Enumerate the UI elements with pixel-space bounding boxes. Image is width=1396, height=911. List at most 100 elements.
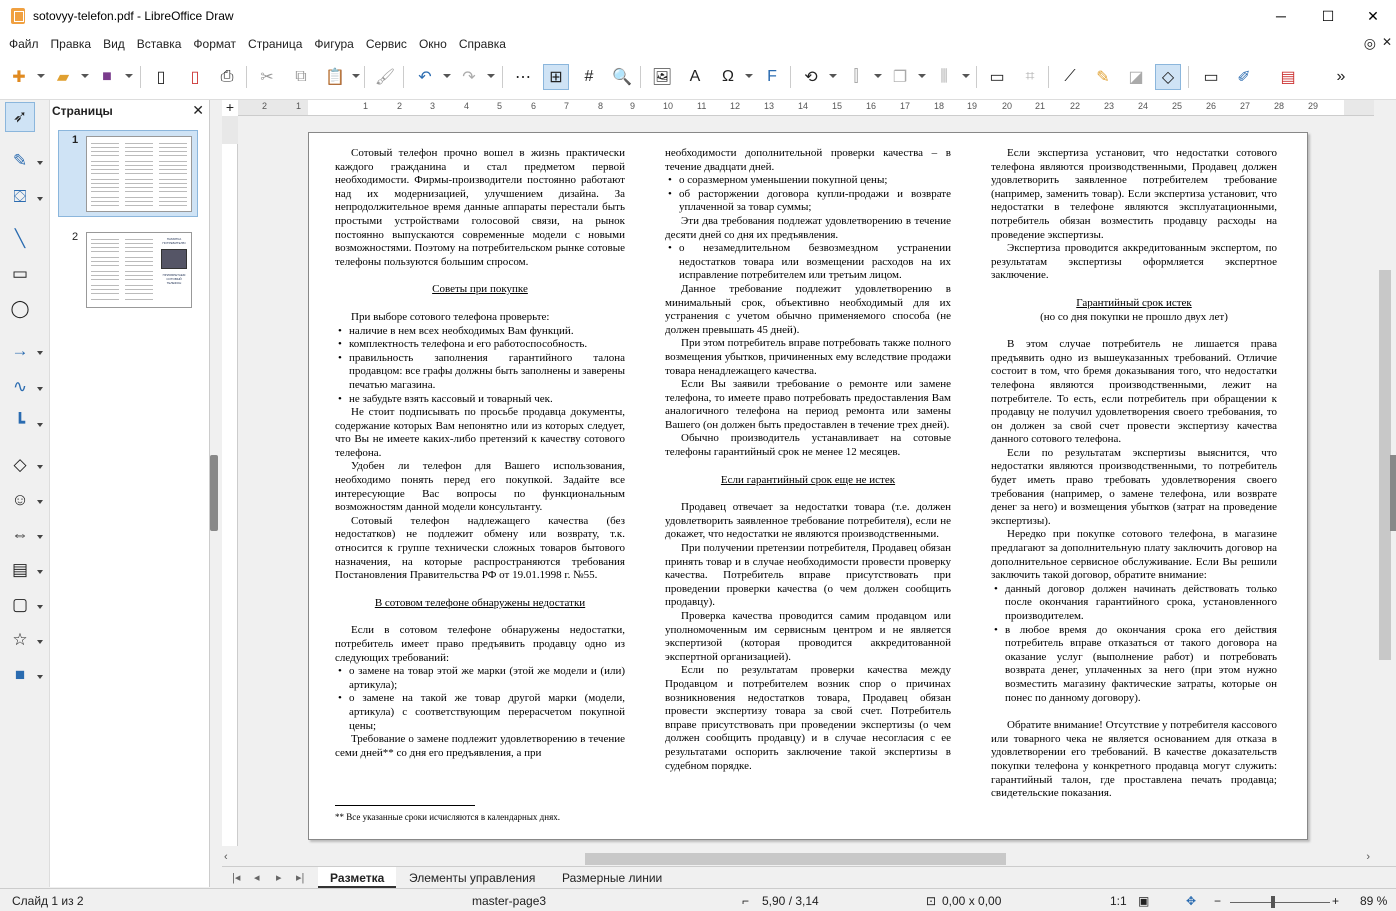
tab-layout[interactable]: Разметка [318, 867, 397, 888]
bullet-item: наличие в нем всех необходимых Вам функц… [335, 325, 625, 339]
paste-icon[interactable]: 📋 [322, 64, 348, 90]
cut-icon[interactable]: ✂ [254, 64, 280, 90]
paragraph: Проверка качества проводится самим прода… [665, 610, 951, 663]
menu-file[interactable]: Файл [4, 37, 44, 51]
right-sidebar-handle[interactable] [1390, 455, 1396, 531]
fit-page-icon[interactable]: ✥ [1186, 894, 1196, 908]
close-window-button[interactable]: ✕ [1350, 0, 1396, 32]
save-icon[interactable]: ■ [94, 64, 120, 90]
helplines-icon[interactable]: # [576, 64, 602, 90]
menu-window[interactable]: Окно [414, 37, 452, 51]
hruler-tick: 8 [598, 101, 604, 111]
line-icon[interactable]: ╲ [5, 224, 35, 254]
hruler-tick: 3 [430, 101, 436, 111]
page-thumbnail-1[interactable] [86, 136, 192, 212]
redo-icon[interactable]: ↷ [456, 64, 482, 90]
grid-icon[interactable]: ⋯ [510, 64, 536, 90]
close-panel-icon[interactable]: ✕ [192, 102, 204, 119]
vertical-ruler[interactable] [222, 116, 238, 846]
prev-tab-icon[interactable]: ◂ [254, 871, 260, 884]
arrange-icon[interactable]: ❐ [887, 64, 913, 90]
export-directly-icon[interactable]: ▤ [1275, 64, 1301, 90]
insert-image-icon[interactable]: 🖼 [649, 64, 675, 90]
crop-icon[interactable]: ⌗ [1017, 64, 1043, 90]
horizontal-scrollbar-thumb[interactable] [585, 853, 1006, 865]
rectangle-icon[interactable]: ▭ [5, 259, 35, 289]
clone-formatting-icon[interactable]: 🖌 [372, 64, 398, 90]
rectangle-tool-icon[interactable]: ▭ [1198, 64, 1224, 90]
menu-format[interactable]: Формат [188, 37, 241, 51]
menu-edit[interactable]: Правка [46, 37, 97, 51]
close-document-icon[interactable]: ✕ [1382, 35, 1392, 49]
more-tools-icon[interactable]: » [1328, 64, 1354, 90]
snap-to-grid-icon[interactable]: ⊞ [543, 64, 569, 90]
block-arrows-icon[interactable]: ⇔ [5, 520, 35, 550]
zoom-slider[interactable] [1230, 902, 1330, 903]
thumb-text-2: ПОТРЕБИТЕЛЮ [162, 241, 186, 245]
export-icon[interactable]: ▯ [148, 64, 174, 90]
curve-icon[interactable]: ∿ [5, 372, 35, 402]
callouts-icon[interactable]: ▢ [5, 590, 35, 620]
menu-tools[interactable]: Сервис [361, 37, 412, 51]
zoom-level[interactable]: 89 % [1360, 894, 1387, 908]
document-page[interactable]: Сотовый телефон прочно вошел в жизнь пра… [308, 132, 1308, 840]
show-draw-functions-icon[interactable]: ◇ [1155, 64, 1181, 90]
select-icon[interactable]: ➶ [5, 102, 35, 132]
transformations-icon[interactable]: ⟲ [798, 64, 824, 90]
page-thumbnail-2[interactable]: ПАМЯТКА ПОТРЕБИТЕЛЮ ПРИОБРЕТАЕМ СОТОВЫЙ … [86, 232, 192, 308]
ruler-origin-icon[interactable]: + [222, 100, 238, 116]
open-folder-icon[interactable]: ▰ [50, 64, 76, 90]
zoom-icon[interactable]: 🔍 [609, 64, 635, 90]
line-color-icon[interactable]: ✎ [5, 146, 35, 176]
curve-tool-icon[interactable]: ✐ [1231, 64, 1257, 90]
flowchart-icon[interactable]: ▤ [5, 555, 35, 585]
arrow-line-icon[interactable]: → [5, 336, 35, 366]
sidebar-collapse-handle[interactable] [210, 455, 218, 531]
fontwork-icon[interactable]: F [759, 64, 785, 90]
next-tab-icon[interactable]: ▸ [276, 871, 282, 884]
hruler-tick: 29 [1308, 101, 1319, 111]
connector-icon[interactable]: ┗ [5, 408, 35, 438]
maximize-button[interactable]: ☐ [1305, 0, 1351, 32]
copy-icon[interactable]: ⧉ [288, 64, 314, 90]
print-icon[interactable]: ⎙ [214, 64, 240, 90]
basic-shapes-icon[interactable]: ◇ [5, 450, 35, 480]
stars-icon[interactable]: ☆ [5, 625, 35, 655]
zoom-in-icon[interactable]: + [1332, 894, 1339, 908]
minimize-button[interactable]: ─ [1258, 0, 1304, 32]
tab-dimension-lines[interactable]: Размерные линии [550, 867, 674, 888]
last-tab-icon[interactable]: ▸| [296, 871, 304, 884]
tab-controls[interactable]: Элементы управления [397, 867, 547, 888]
scroll-left-icon[interactable]: ‹ [224, 851, 228, 863]
scroll-right-icon[interactable]: › [1366, 851, 1370, 863]
menu-shape[interactable]: Фигура [309, 37, 358, 51]
menu-page[interactable]: Страница [243, 37, 307, 51]
points-icon[interactable]: ⟋ [1057, 64, 1083, 90]
toggle-extrusion-icon[interactable]: ◪ [1123, 64, 1149, 90]
shadow-icon[interactable]: ▭ [984, 64, 1010, 90]
hruler-tick: 2 [262, 101, 268, 111]
hruler-tick: 23 [1104, 101, 1115, 111]
globe-icon[interactable]: ◎ [1364, 35, 1376, 52]
horizontal-ruler[interactable]: 2 1 1 2 3 4 5 6 7 8 9 10 11 12 13 14 15 … [238, 100, 1374, 116]
menu-insert[interactable]: Вставка [132, 37, 187, 51]
new-icon[interactable]: ✚ [6, 64, 32, 90]
paragraph: Если Вы заявили требование о ремонте или… [665, 378, 951, 431]
paragraph: Сотовый телефон прочно вошел в жизнь пра… [335, 147, 625, 268]
fill-color-icon[interactable]: ⛋ [5, 182, 35, 212]
zoom-out-icon[interactable]: − [1214, 894, 1221, 908]
menu-view[interactable]: Вид [98, 37, 130, 51]
export-pdf-icon[interactable]: ▯ [182, 64, 208, 90]
insert-textbox-icon[interactable]: A [682, 64, 708, 90]
special-character-icon[interactable]: Ω [715, 64, 741, 90]
symbol-shapes-icon[interactable]: ☺ [5, 485, 35, 515]
undo-icon[interactable]: ↶ [412, 64, 438, 90]
distribute-icon[interactable]: ⫼ [931, 64, 957, 90]
first-tab-icon[interactable]: |◂ [232, 871, 240, 884]
glue-points-icon[interactable]: ✎ [1090, 64, 1116, 90]
3d-objects-icon[interactable]: ■ [5, 660, 35, 690]
align-icon[interactable]: ⫿ [843, 64, 869, 90]
menu-help[interactable]: Справка [454, 37, 511, 51]
ellipse-icon[interactable]: ◯ [5, 294, 35, 324]
zoom-slider-handle[interactable] [1271, 896, 1275, 908]
